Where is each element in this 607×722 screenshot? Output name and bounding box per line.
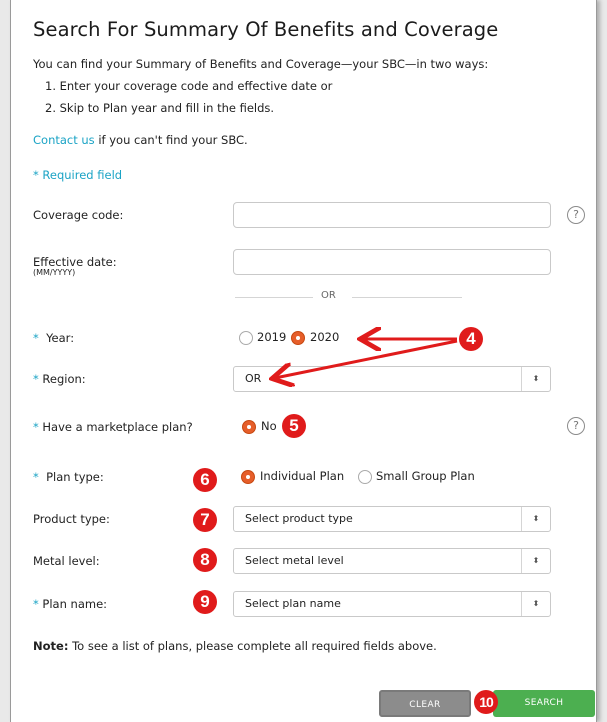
sbc-search-panel: Search For Summary Of Benefits and Cover…	[10, 0, 597, 722]
callout-arrows	[11, 0, 458, 722]
callout-badge-9: 9	[193, 590, 217, 614]
callout-badge-7: 7	[193, 508, 217, 532]
callout-badge-4: 4	[459, 327, 483, 351]
callout-badge-10: 10	[474, 690, 498, 714]
callout-badge-6: 6	[193, 468, 217, 492]
callout-badge-8: 8	[193, 548, 217, 572]
callout-badge-5: 5	[282, 414, 306, 438]
callout-arrow-region	[275, 339, 458, 378]
